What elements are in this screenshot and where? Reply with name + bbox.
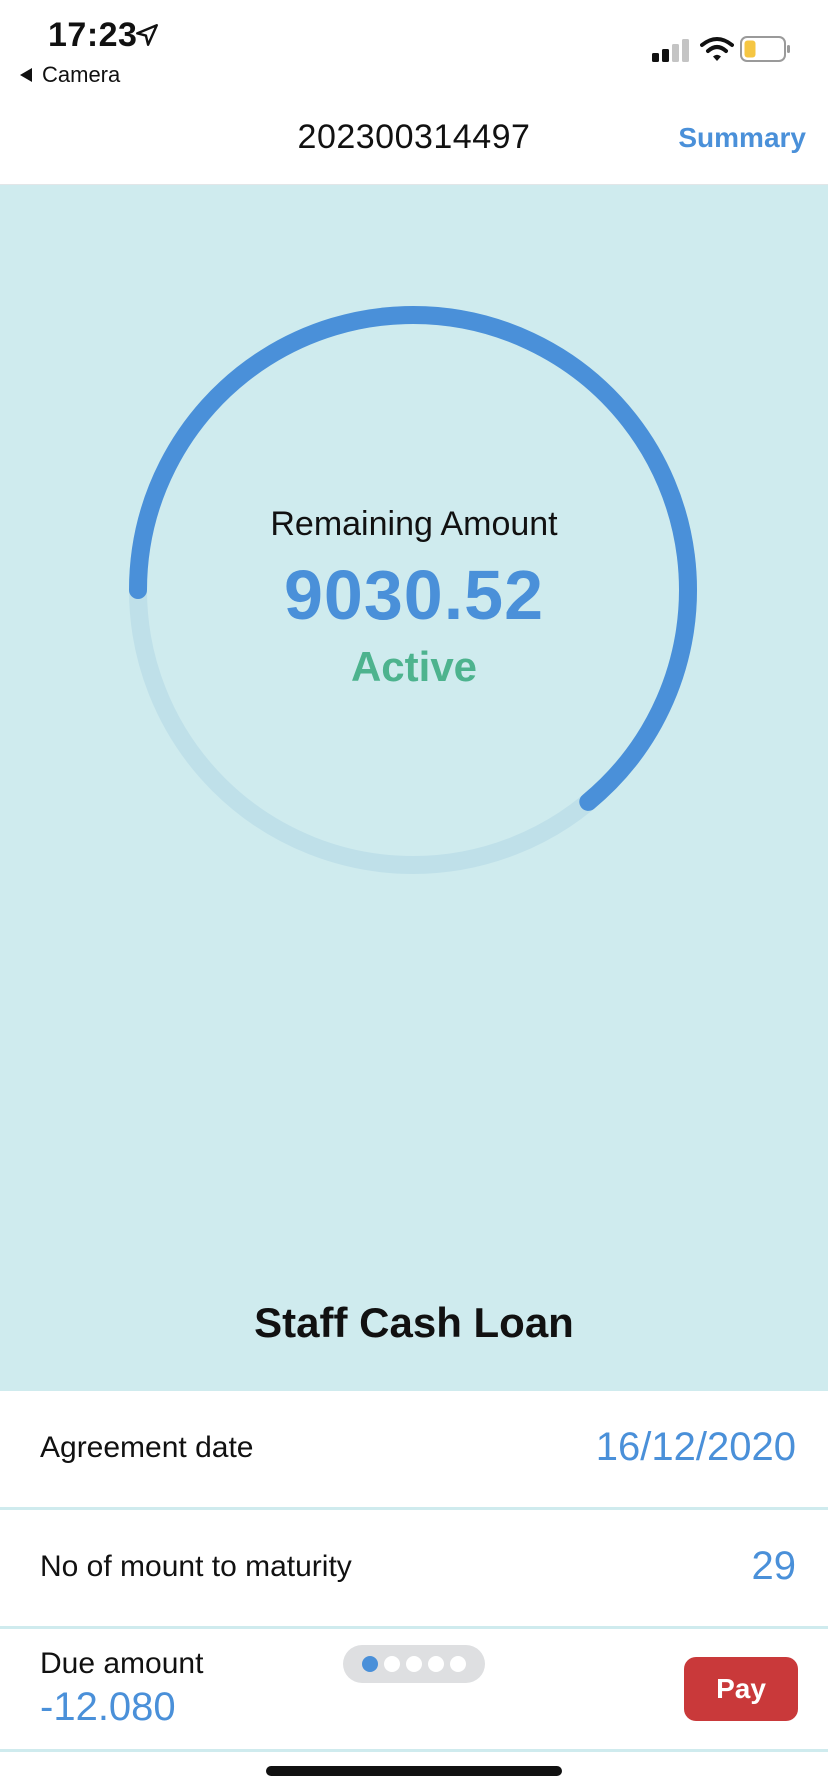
loan-overview-panel: Remaining Amount 9030.52 Active Staff Ca… [0, 185, 828, 1391]
status-time: 17:23 [48, 16, 138, 54]
page-indicator[interactable] [343, 1645, 485, 1683]
remaining-amount-label: Remaining Amount [270, 505, 558, 543]
back-triangle-icon [20, 68, 32, 82]
signal-icon [652, 39, 689, 62]
page-dot[interactable] [406, 1656, 422, 1672]
maturity-value: 29 [751, 1544, 797, 1588]
agreement-date-label: Agreement date [40, 1431, 254, 1464]
agreement-date-row: Agreement date 16/12/2020 [0, 1391, 828, 1510]
page-dot[interactable] [384, 1656, 400, 1672]
pay-button[interactable]: Pay [684, 1657, 798, 1721]
due-amount-value: -12.080 [40, 1685, 176, 1729]
maturity-label: No of mount to maturity [40, 1550, 352, 1583]
page-dot[interactable] [428, 1656, 444, 1672]
due-amount-label: Due amount [40, 1647, 204, 1680]
summary-button[interactable]: Summary [678, 122, 806, 154]
home-indicator [266, 1766, 562, 1776]
back-app-label: Camera [42, 62, 121, 87]
loan-status-text: Active [350, 643, 478, 690]
agreement-date-value: 16/12/2020 [595, 1425, 796, 1469]
remaining-amount-value: 9030.52 [283, 556, 545, 634]
back-to-app-link[interactable]: Camera [20, 62, 120, 88]
maturity-row: No of mount to maturity 29 [0, 1510, 828, 1629]
page-dot[interactable] [362, 1656, 378, 1672]
page-dot[interactable] [450, 1656, 466, 1672]
location-arrow-icon [136, 24, 158, 46]
navigation-bar: 202300314497 Summary [0, 96, 828, 185]
wifi-icon [700, 37, 734, 61]
status-bar: 17:23 Camera [0, 0, 828, 96]
battery-icon [740, 36, 790, 62]
loan-name: Staff Cash Loan [254, 1299, 574, 1346]
